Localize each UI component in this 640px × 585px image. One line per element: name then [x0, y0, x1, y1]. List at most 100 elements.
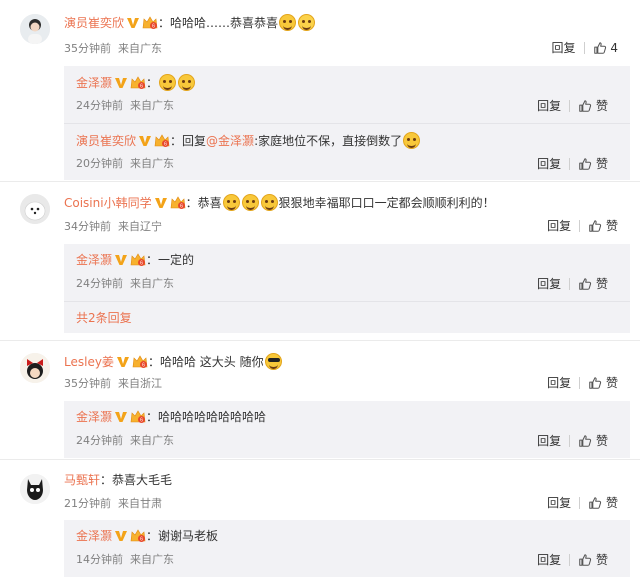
thumb-up-icon[interactable] [578, 553, 592, 567]
reply-text: 哈哈哈哈哈哈哈哈哈 [158, 410, 267, 424]
reply-list: 金泽灏 ：谢谢马老板 14分钟前 来自广东 回复 赞 [64, 520, 630, 577]
like-label[interactable]: 赞 [596, 434, 608, 448]
comment-author-link[interactable]: 马甄轩 [64, 473, 100, 487]
thumb-up-icon[interactable] [588, 496, 602, 510]
vip-crown-icon [130, 76, 146, 90]
divider [583, 42, 585, 54]
reply-button[interactable]: 回复 [537, 276, 561, 292]
verified-v-icon [126, 16, 140, 30]
avatar[interactable] [20, 474, 50, 504]
comment-author-link[interactable]: Lesley姜 [64, 355, 114, 369]
heart-eyes-emoji-icon [222, 194, 240, 211]
reply-meta: 24分钟前 来自广东 [76, 434, 174, 448]
like-label[interactable]: 赞 [606, 219, 618, 233]
reply-text: :家庭地位不保，直接倒数了 [254, 134, 403, 148]
comment-thread: Lesley姜 ：哈哈哈 这大头 随你 35分钟前 来自浙江 回复 赞 金泽灏 ：哈… [0, 341, 640, 459]
comment-source: 来自浙江 [118, 377, 162, 390]
comment-text: 哈哈哈 这大头 随你 [159, 355, 264, 369]
vip-crown-icon [130, 253, 146, 267]
reply-body: 金泽灏 ：哈哈哈哈哈哈哈哈哈 [76, 410, 267, 424]
reply-author-link[interactable]: 演员崔奕欣 [76, 134, 136, 148]
reply-item: 演员崔奕欣 ：回复@金泽灏:家庭地位不保，直接倒数了 20分钟前 来自广东 回复 … [64, 123, 630, 180]
comment-thread: 马甄轩：恭喜大毛毛 21分钟前 来自甘肃 回复 赞 金泽灏 ：谢谢马老板 14分钟… [0, 460, 640, 585]
like-label[interactable]: 赞 [596, 99, 608, 113]
thumb-up-icon[interactable] [588, 376, 602, 390]
like-label[interactable]: 赞 [596, 157, 608, 171]
like-label[interactable]: 赞 [606, 376, 618, 390]
thumb-up-icon[interactable] [578, 99, 592, 113]
avatar[interactable] [20, 194, 50, 224]
reply-button[interactable]: 回复 [537, 433, 561, 449]
divider [579, 220, 581, 232]
like-label[interactable]: 赞 [596, 553, 608, 567]
reply-meta: 24分钟前 来自广东 [76, 277, 174, 291]
reply-author-link[interactable]: 金泽灏 [76, 529, 112, 543]
reply-actions: 回复 赞 [537, 276, 608, 292]
mention-link[interactable]: @金泽灏 [206, 134, 254, 148]
comment-author-link[interactable]: Coisini小韩同学 [64, 196, 152, 210]
avatar[interactable] [20, 14, 50, 44]
comment-meta: 21分钟前 来自甘肃 [64, 497, 162, 511]
reply-body: 演员崔奕欣 ：回复@金泽灏:家庭地位不保，直接倒数了 [76, 132, 421, 149]
vip-crown-icon [130, 410, 146, 424]
like-label[interactable]: 赞 [606, 496, 618, 510]
reply-button[interactable]: 回复 [537, 156, 561, 172]
comment-text: 哈哈哈……恭喜恭喜 [170, 16, 279, 30]
grin-emoji-icon [178, 74, 196, 91]
reply-button[interactable]: 回复 [537, 98, 561, 114]
thumb-up-icon[interactable] [578, 157, 592, 171]
reply-author-link[interactable]: 金泽灏 [76, 253, 112, 267]
vip-crown-icon [170, 196, 186, 210]
divider [569, 435, 571, 447]
reply-time: 24分钟前 [76, 99, 123, 112]
comment-thread: Coisini小韩同学 ：恭喜 狠狠地幸福耶口口一定都会顺顺利利的！ 34分钟前 来… [0, 182, 640, 340]
comment-author-link[interactable]: 演员崔奕欣 [64, 16, 124, 30]
comment-meta: 34分钟前 来自辽宁 [64, 220, 162, 234]
reply-button[interactable]: 回复 [552, 40, 576, 56]
reply-body: 金泽灏 ：一定的 [76, 253, 195, 267]
verified-v-icon [114, 410, 128, 424]
reply-meta: 20分钟前 来自广东 [76, 157, 174, 171]
reply-button[interactable]: 回复 [547, 375, 571, 391]
grin-emoji-icon [159, 74, 177, 91]
reply-author-link[interactable]: 金泽灏 [76, 76, 112, 90]
comment-body: Coisini小韩同学 ：恭喜 狠狠地幸福耶口口一定都会顺顺利利的！ [64, 194, 495, 211]
like-count[interactable]: 4 [610, 41, 618, 55]
divider [569, 278, 571, 290]
reply-button[interactable]: 回复 [547, 218, 571, 234]
divider [579, 497, 581, 509]
verified-v-icon [114, 76, 128, 90]
verified-v-icon [116, 355, 130, 369]
reply-actions: 回复 赞 [537, 552, 608, 568]
reply-source: 来自广东 [130, 434, 174, 447]
divider [569, 100, 571, 112]
reply-text: 一定的 [158, 253, 195, 267]
reply-prefix: 回复 [182, 134, 207, 148]
comment-body: 演员崔奕欣 ：哈哈哈……恭喜恭喜 [64, 14, 316, 31]
thumb-up-icon[interactable] [578, 277, 592, 291]
reply-time: 24分钟前 [76, 277, 123, 290]
more-replies-link[interactable]: 共2条回复 [76, 310, 132, 326]
flower-emoji-icon [279, 14, 297, 31]
reply-item: 金泽灏： 24分钟前 来自广东 回复 赞 [64, 66, 630, 123]
reply-author-link[interactable]: 金泽灏 [76, 410, 112, 424]
reply-button[interactable]: 回复 [537, 552, 561, 568]
comment-time: 34分钟前 [64, 220, 111, 233]
reply-time: 20分钟前 [76, 157, 123, 170]
comment-actions: 回复 赞 [547, 495, 618, 511]
comment-source: 来自甘肃 [118, 497, 162, 510]
reply-body: 金泽灏 ：谢谢马老板 [76, 529, 219, 543]
reply-button[interactable]: 回复 [547, 495, 571, 511]
comment-text: 恭喜 [197, 196, 222, 210]
thumb-up-icon[interactable] [588, 219, 602, 233]
thumb-up-icon[interactable] [593, 41, 607, 55]
comment-text: 恭喜大毛毛 [112, 473, 173, 487]
thumb-up-icon[interactable] [578, 434, 592, 448]
reply-item: 金泽灏 ：哈哈哈哈哈哈哈哈哈 24分钟前 来自广东 回复 赞 [64, 401, 630, 458]
comment-time: 21分钟前 [64, 497, 111, 510]
like-label[interactable]: 赞 [596, 277, 608, 291]
avatar[interactable] [20, 353, 50, 383]
comment-body: Lesley姜 ：哈哈哈 这大头 随你 [64, 353, 283, 370]
reply-list: 金泽灏 ：一定的 24分钟前 来自广东 回复 赞 共2条回复 [64, 244, 630, 333]
reply-source: 来自广东 [130, 99, 174, 112]
